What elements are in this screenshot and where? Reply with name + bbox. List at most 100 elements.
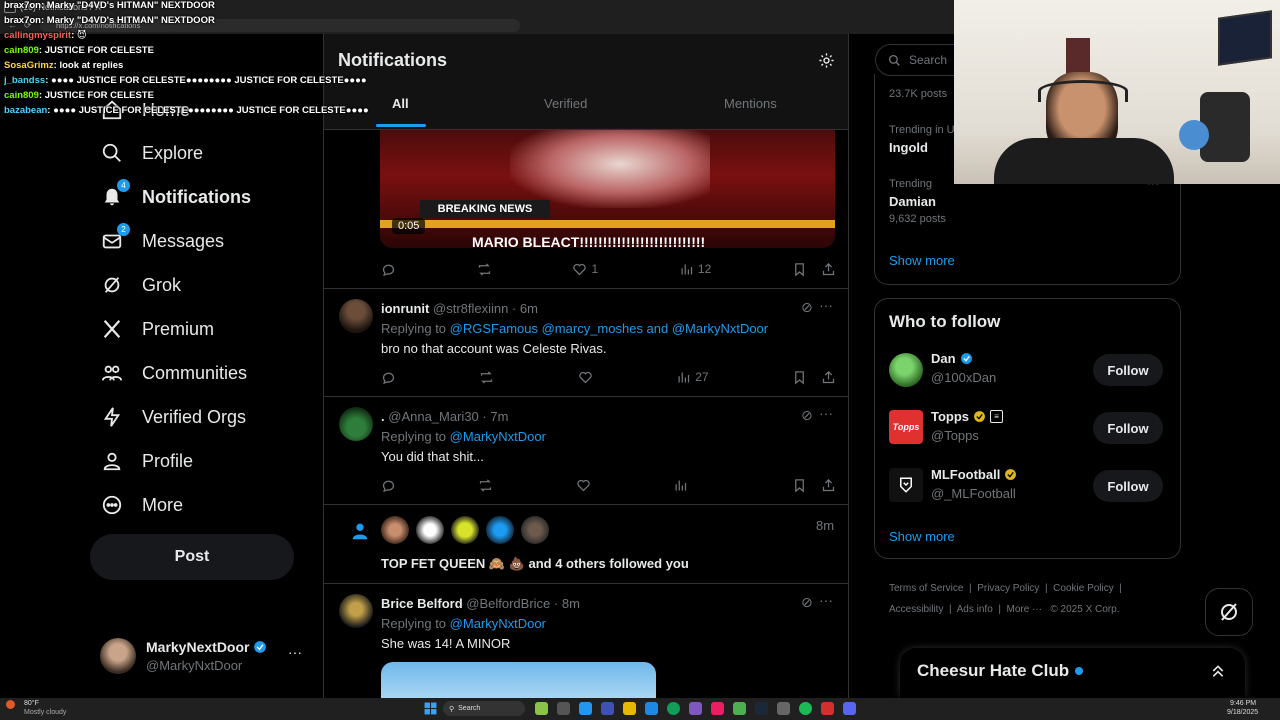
taskbar-search[interactable]: ⚲ Search [443, 701, 525, 716]
footer-privacy[interactable]: Privacy Policy [977, 583, 1039, 594]
tweet-more-icon[interactable]: ··· [819, 405, 833, 421]
tweet-avatar[interactable] [339, 594, 373, 628]
views-button[interactable]: 27 [676, 370, 709, 385]
footer-ads-info[interactable]: Ads info [957, 604, 993, 615]
gear-icon[interactable] [818, 52, 835, 74]
tweet-author-name[interactable]: ionrunit [381, 301, 429, 316]
follow-button[interactable]: Follow [1093, 412, 1163, 444]
nav-grok[interactable]: Grok [100, 265, 181, 305]
nav-premium[interactable]: Premium [100, 309, 214, 349]
tweet-avatar[interactable] [339, 407, 373, 441]
who-to-follow-show-more[interactable]: Show more [889, 529, 955, 544]
nav-verified-orgs[interactable]: Verified Orgs [100, 397, 246, 437]
tweet-time[interactable]: · 7m [482, 409, 508, 424]
suggestion-avatar[interactable] [889, 353, 923, 387]
spotify-icon[interactable] [799, 702, 812, 715]
follow-button[interactable]: Follow [1093, 354, 1163, 386]
topps-logo[interactable]: Topps [889, 410, 923, 444]
reply-icon[interactable] [381, 262, 396, 277]
nav-communities[interactable]: Communities [100, 353, 247, 393]
footer-terms[interactable]: Terms of Service [889, 583, 963, 594]
views-button[interactable]: 12 [679, 262, 711, 277]
nav-more[interactable]: More [100, 485, 183, 525]
tweet-author-handle[interactable]: @str8flexiinn [433, 301, 508, 316]
app-icon[interactable] [821, 702, 834, 715]
nav-explore[interactable]: Explore [100, 133, 203, 173]
heart-icon[interactable] [576, 478, 591, 493]
video-player[interactable]: BREAKING NEWS MARIO BLEACT!!!!!!!!!!!!!!… [380, 128, 835, 248]
reply-icon[interactable] [381, 478, 396, 493]
app-icon[interactable] [557, 702, 570, 715]
app-icon[interactable] [579, 702, 592, 715]
like-button[interactable]: 1 [572, 262, 598, 277]
tweet-avatar[interactable] [339, 299, 373, 333]
repost-icon[interactable] [477, 262, 492, 277]
follow-button[interactable]: Follow [1093, 470, 1163, 502]
bookmark-icon[interactable] [792, 370, 807, 385]
app-icon[interactable] [777, 702, 790, 715]
nav-profile[interactable]: Profile [100, 441, 193, 481]
grok-explain-icon[interactable]: ⊘ [801, 407, 813, 424]
follow-notification[interactable]: 8m TOP FET QUEEN 🙈 💩 and 4 others follow… [324, 505, 848, 583]
app-icon[interactable] [733, 702, 746, 715]
follower-avatar[interactable] [381, 516, 409, 544]
grok-floating-button[interactable] [1205, 588, 1253, 636]
app-icon[interactable] [535, 702, 548, 715]
follower-avatar[interactable] [416, 516, 444, 544]
account-more-icon[interactable]: ··· [288, 644, 302, 660]
repost-icon[interactable] [479, 370, 494, 385]
footer-more[interactable]: More ··· [1007, 604, 1043, 615]
grok-explain-icon[interactable]: ⊘ [801, 299, 813, 316]
tweet-author-name[interactable]: . [381, 409, 385, 424]
footer-cookie[interactable]: Cookie Policy [1053, 583, 1114, 594]
tweet-media-image[interactable] [381, 662, 656, 698]
follow-suggestion[interactable]: Topps Topps ≡ @Topps Follow [875, 403, 1180, 459]
post-button[interactable]: Post [90, 534, 294, 580]
tweet-time[interactable]: · 8m [554, 596, 580, 611]
weather-temp[interactable]: 80°F [24, 700, 39, 707]
community-chat-bar[interactable]: Cheesur Hate Club [900, 648, 1245, 698]
reply-icon[interactable] [381, 370, 396, 385]
repost-icon[interactable] [478, 478, 493, 493]
app-icon[interactable] [689, 702, 702, 715]
bookmark-icon[interactable] [792, 262, 807, 277]
browser-icon[interactable] [667, 702, 680, 715]
folder-icon[interactable] [623, 702, 636, 715]
tweet-author-handle[interactable]: @BelfordBrice [466, 596, 550, 611]
mlfootball-logo[interactable] [889, 468, 923, 502]
account-switcher[interactable]: MarkyNextDoor @MarkyNxtDoor ··· [98, 634, 313, 678]
tab-mentions[interactable]: Mentions [724, 96, 777, 111]
footer-accessibility[interactable]: Accessibility [889, 604, 943, 615]
heart-icon[interactable] [578, 370, 593, 385]
share-icon[interactable] [821, 370, 836, 385]
nav-messages[interactable]: 2 Messages [100, 221, 224, 261]
analytics-icon[interactable] [673, 478, 710, 493]
tweet-more-icon[interactable]: ··· [819, 592, 833, 608]
clock-time[interactable]: 9:46 PM [1230, 700, 1256, 707]
chevron-up-icon[interactable] [1210, 662, 1226, 685]
replying-to-handles[interactable]: @RGSFamous @marcy_moshes and @MarkyNxtDo… [450, 321, 768, 336]
weather-icon[interactable] [6, 700, 15, 709]
suggestion-name[interactable]: Dan [931, 351, 956, 366]
bookmark-icon[interactable] [792, 478, 807, 493]
trending-show-more[interactable]: Show more [889, 253, 955, 268]
app-icon[interactable] [645, 702, 658, 715]
app-icon[interactable] [711, 702, 724, 715]
tweet-time[interactable]: · 6m [512, 301, 538, 316]
grok-explain-icon[interactable]: ⊘ [801, 594, 813, 611]
tweet-author-handle[interactable]: @Anna_Mari30 [388, 409, 479, 424]
tweet-brice[interactable]: Brice Belford @BelfordBrice · 8m ⊘ ··· R… [324, 584, 848, 698]
suggestion-name[interactable]: MLFootball [931, 467, 1000, 482]
tab-verified[interactable]: Verified [544, 96, 587, 111]
app-icon[interactable] [601, 702, 614, 715]
steam-icon[interactable] [755, 702, 768, 715]
follower-avatar[interactable] [486, 516, 514, 544]
share-icon[interactable] [821, 478, 836, 493]
share-icon[interactable] [821, 262, 836, 277]
follow-suggestion[interactable]: Dan @100xDan Follow [875, 345, 1180, 401]
windows-start-icon[interactable] [424, 702, 437, 715]
suggestion-name[interactable]: Topps [931, 409, 969, 424]
replying-to-handles[interactable]: @MarkyNxtDoor [450, 616, 546, 631]
follower-avatar[interactable] [451, 516, 479, 544]
clock-date[interactable]: 9/18/2025 [1227, 709, 1258, 716]
